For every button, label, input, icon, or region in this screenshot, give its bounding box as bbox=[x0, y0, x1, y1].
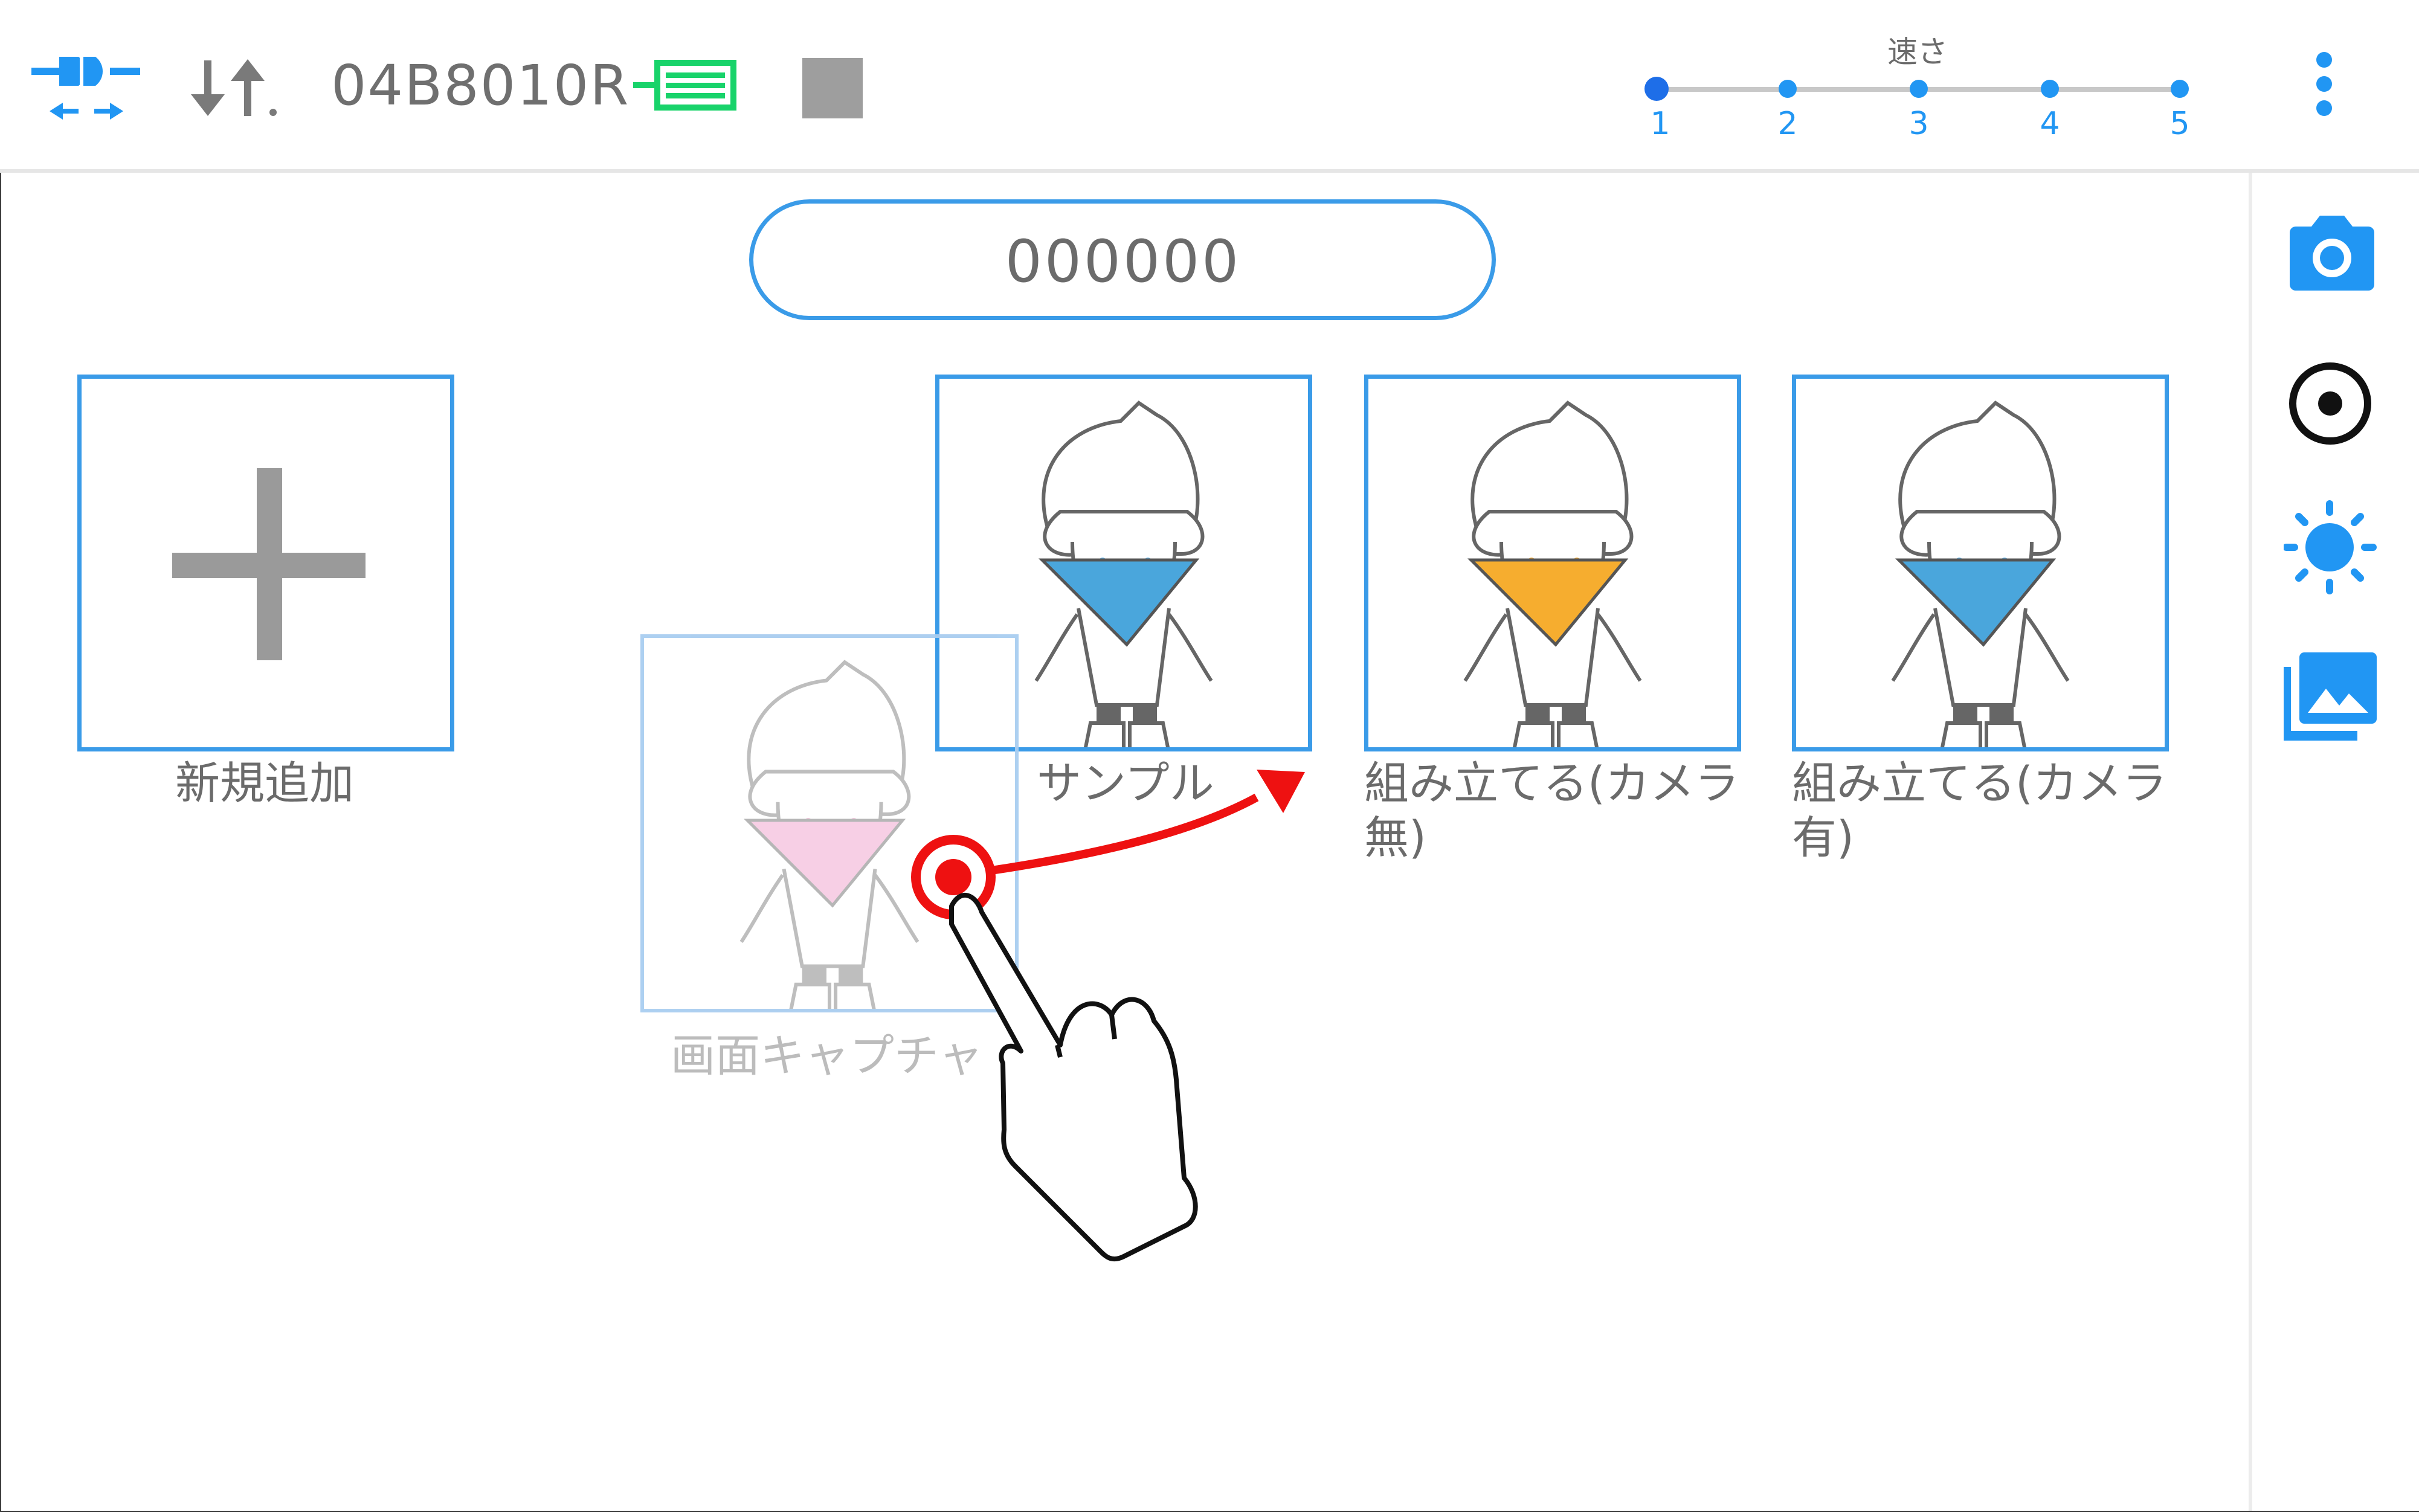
stop-square-icon[interactable] bbox=[802, 58, 863, 118]
card-new-program[interactable] bbox=[77, 375, 454, 751]
robot-character-blue bbox=[1796, 379, 2165, 747]
camera-icon[interactable] bbox=[2284, 214, 2380, 311]
top-toolbar: 04B8010R 速さ 1 2 3 4 5 bbox=[0, 0, 2419, 173]
speed-title: 速さ bbox=[1887, 34, 1948, 69]
gallery-icon[interactable] bbox=[2281, 650, 2380, 747]
dragging-card-screen-capture[interactable] bbox=[640, 634, 1019, 1012]
card-assemble-with-camera-label-line2: 有) bbox=[1792, 812, 1854, 864]
speed-level-4-label: 4 bbox=[2040, 106, 2060, 142]
card-assemble-no-camera-label-line2: 無) bbox=[1364, 812, 1426, 864]
dragging-card-label: 画面キャプチャ bbox=[671, 1030, 984, 1082]
card-new-label: 新規追加 bbox=[175, 758, 354, 809]
card-assemble-with-camera-label: 組み立てる(カメラ 有) bbox=[1792, 756, 2167, 865]
sort-transfer-icon[interactable] bbox=[191, 58, 282, 118]
speed-level-1-dot[interactable] bbox=[1644, 77, 1669, 101]
speed-level-5-dot[interactable] bbox=[2171, 80, 2189, 98]
card-assemble-with-camera-label-line1: 組み立てる(カメラ bbox=[1792, 758, 2167, 809]
plus-icon bbox=[172, 468, 366, 660]
plug-connect-icon[interactable] bbox=[31, 53, 143, 132]
program-code-field[interactable] bbox=[749, 199, 1496, 320]
robot-character-pink bbox=[644, 638, 1015, 1009]
robot-character-orange bbox=[1368, 379, 1737, 747]
speed-level-2-label: 2 bbox=[1777, 106, 1798, 142]
program-code-input[interactable] bbox=[778, 222, 1469, 301]
speed-level-3-dot[interactable] bbox=[1910, 80, 1928, 98]
brightness-icon[interactable] bbox=[2282, 499, 2380, 596]
speed-level-5-label: 5 bbox=[2169, 106, 2190, 142]
speed-level-3-label: 3 bbox=[1908, 106, 1929, 142]
card-assemble-with-camera[interactable] bbox=[1792, 375, 2169, 751]
card-sample-label: サンプル bbox=[1037, 758, 1214, 809]
card-assemble-no-camera-label: 組み立てる(カメラ 無) bbox=[1364, 756, 1739, 865]
record-icon[interactable] bbox=[2284, 360, 2380, 457]
kebab-menu-icon[interactable] bbox=[2316, 52, 2334, 124]
speed-level-4-dot[interactable] bbox=[2041, 80, 2059, 98]
battery-icon bbox=[633, 59, 737, 111]
speed-level-2-dot[interactable] bbox=[1779, 80, 1797, 98]
card-assemble-no-camera[interactable] bbox=[1364, 375, 1741, 751]
device-id-label: 04B8010R bbox=[331, 53, 630, 118]
speed-level-1-label: 1 bbox=[1650, 106, 1670, 142]
card-assemble-no-camera-label-line1: 組み立てる(カメラ bbox=[1364, 758, 1739, 809]
